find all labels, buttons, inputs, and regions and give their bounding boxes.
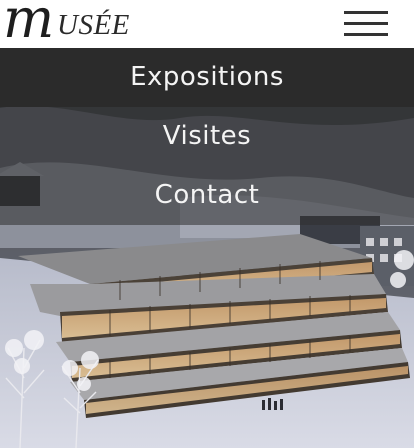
menu-line [344, 11, 388, 14]
menu-line [344, 33, 388, 36]
logo-wordmark: USÉE [57, 9, 130, 41]
nav-item-visites[interactable]: Visites [0, 107, 414, 166]
hamburger-menu-icon[interactable] [344, 10, 390, 36]
page: m USÉE Expositions Visites Contact [0, 0, 414, 448]
nav-item-contact[interactable]: Contact [0, 166, 414, 225]
logo-mark: m [3, 0, 54, 50]
site-logo[interactable]: m USÉE [3, 0, 143, 48]
site-header: m USÉE [0, 0, 414, 48]
nav-item-expositions[interactable]: Expositions [0, 48, 414, 107]
menu-line [344, 22, 388, 25]
main-navigation: Expositions Visites Contact [0, 48, 414, 225]
